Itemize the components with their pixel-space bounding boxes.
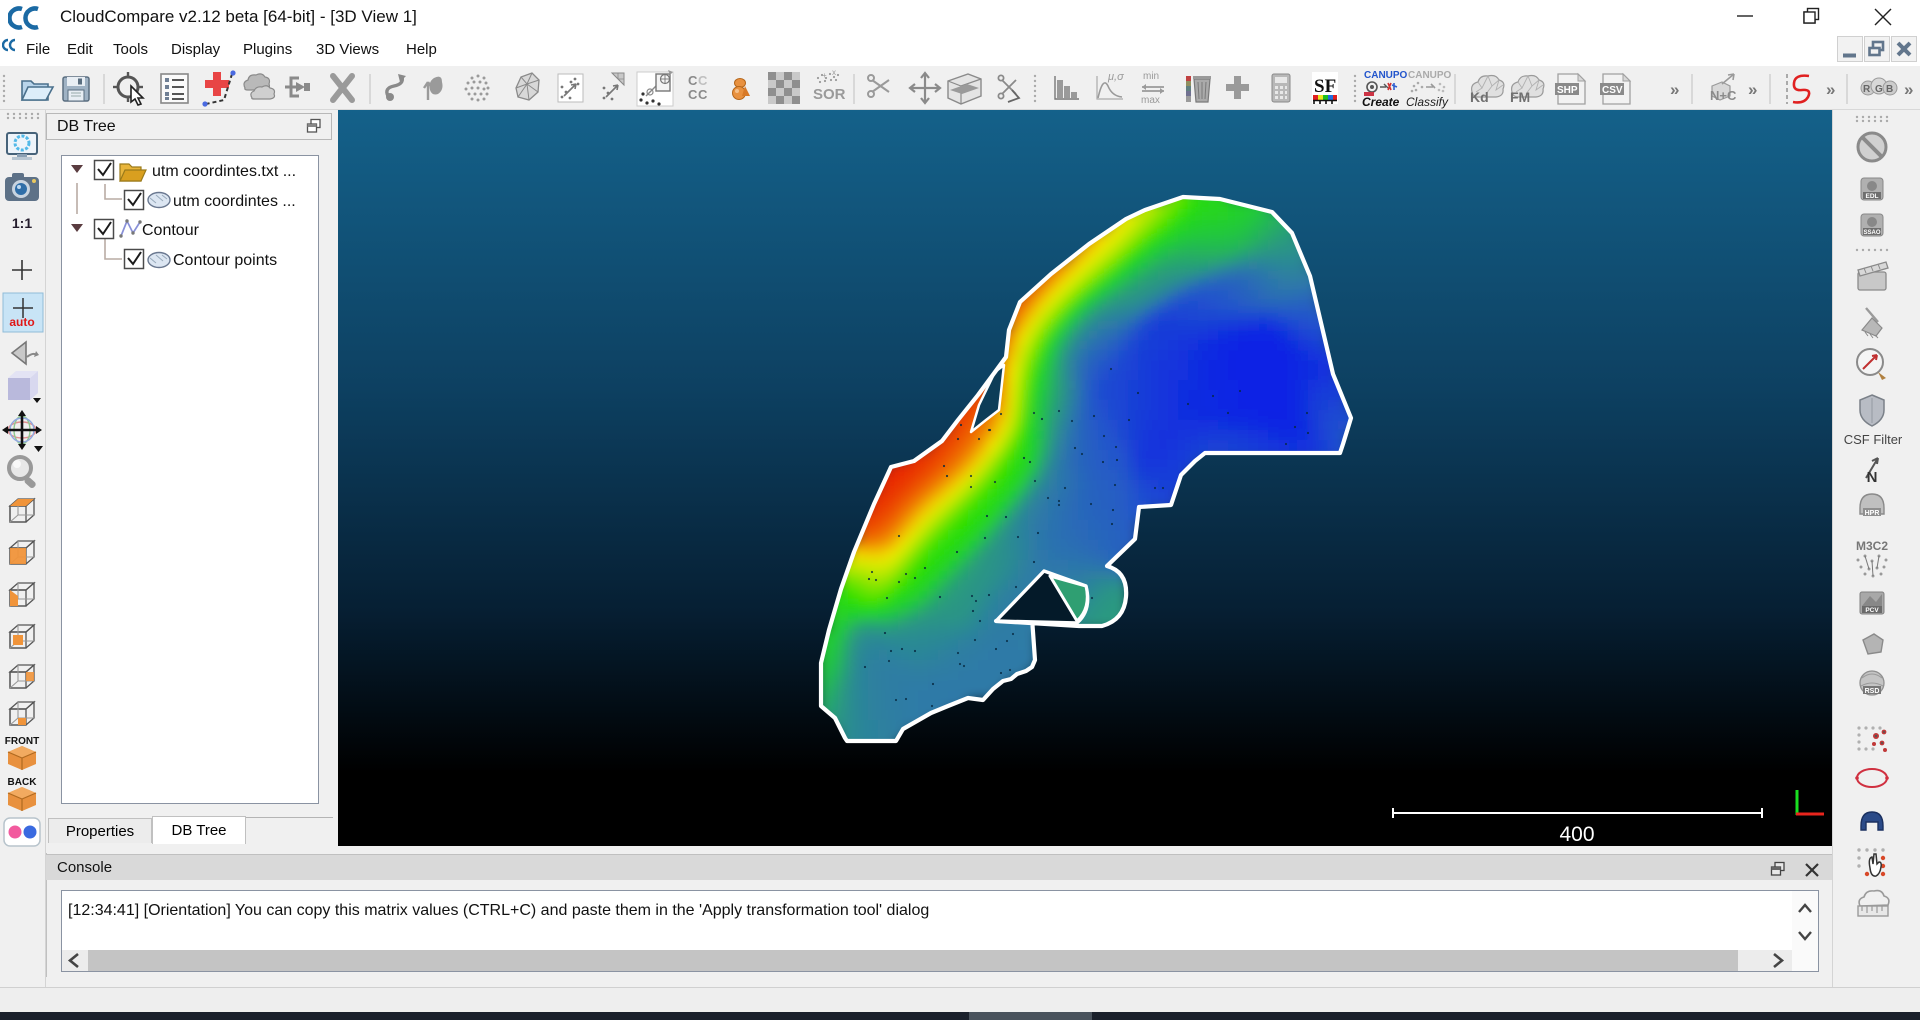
svg-text:CSF Filter: CSF Filter [1844,432,1903,447]
svg-text:B: B [1886,84,1893,95]
svg-text:400: 400 [1559,823,1594,846]
svg-text:Classify: Classify [1406,95,1449,109]
svg-text:auto: auto [9,315,34,329]
svg-text:max: max [1141,95,1160,106]
svg-text:utm coordintes ...: utm coordintes ... [173,193,296,210]
svg-text:CANUPO: CANUPO [1408,70,1452,81]
svg-text:PCV: PCV [1865,607,1879,614]
svg-text:HPR: HPR [1865,510,1880,517]
svg-text:SSAO: SSAO [1863,230,1880,236]
svg-text:»: » [1670,80,1679,99]
svg-text:C: C [698,87,708,102]
svg-text:Contour: Contour [142,222,200,239]
svg-text:CANUPO: CANUPO [1364,70,1408,81]
svg-text:x: x [832,68,836,77]
svg-text:M3C2: M3C2 [1856,539,1888,553]
svg-text:μ,σ: μ,σ [1107,71,1124,83]
svg-text:»: » [1748,80,1757,99]
svg-text:»: » [1826,80,1835,99]
svg-text:Contour points: Contour points [173,252,277,269]
svg-text:N: N [1867,469,1878,486]
svg-text:1:1: 1:1 [12,215,32,231]
svg-text:FM: FM [1510,89,1530,105]
svg-text:C: C [688,87,698,102]
svg-text:FRONT: FRONT [5,736,39,747]
svg-text:BACK: BACK [8,777,38,788]
svg-text:C: C [688,73,698,88]
svg-text:N+C: N+C [1710,88,1737,103]
svg-text:SHP: SHP [1557,85,1578,96]
svg-text:utm coordintes.txt ...: utm coordintes.txt ... [152,163,296,180]
svg-text:SF: SF [1314,76,1336,97]
svg-text:EDL: EDL [1866,193,1879,200]
svg-text:RSD: RSD [1865,688,1880,695]
svg-text:»: » [1904,80,1913,99]
svg-text:SOR: SOR [813,86,846,103]
svg-text:CSV: CSV [1602,85,1623,96]
svg-text:+: + [822,71,827,80]
svg-text:Create: Create [1362,95,1400,109]
svg-text:C: C [698,73,708,88]
svg-text:R: R [1863,84,1871,95]
svg-text:min: min [1143,71,1159,82]
svg-text:G: G [1875,84,1883,95]
svg-text:Kd: Kd [1470,89,1489,105]
